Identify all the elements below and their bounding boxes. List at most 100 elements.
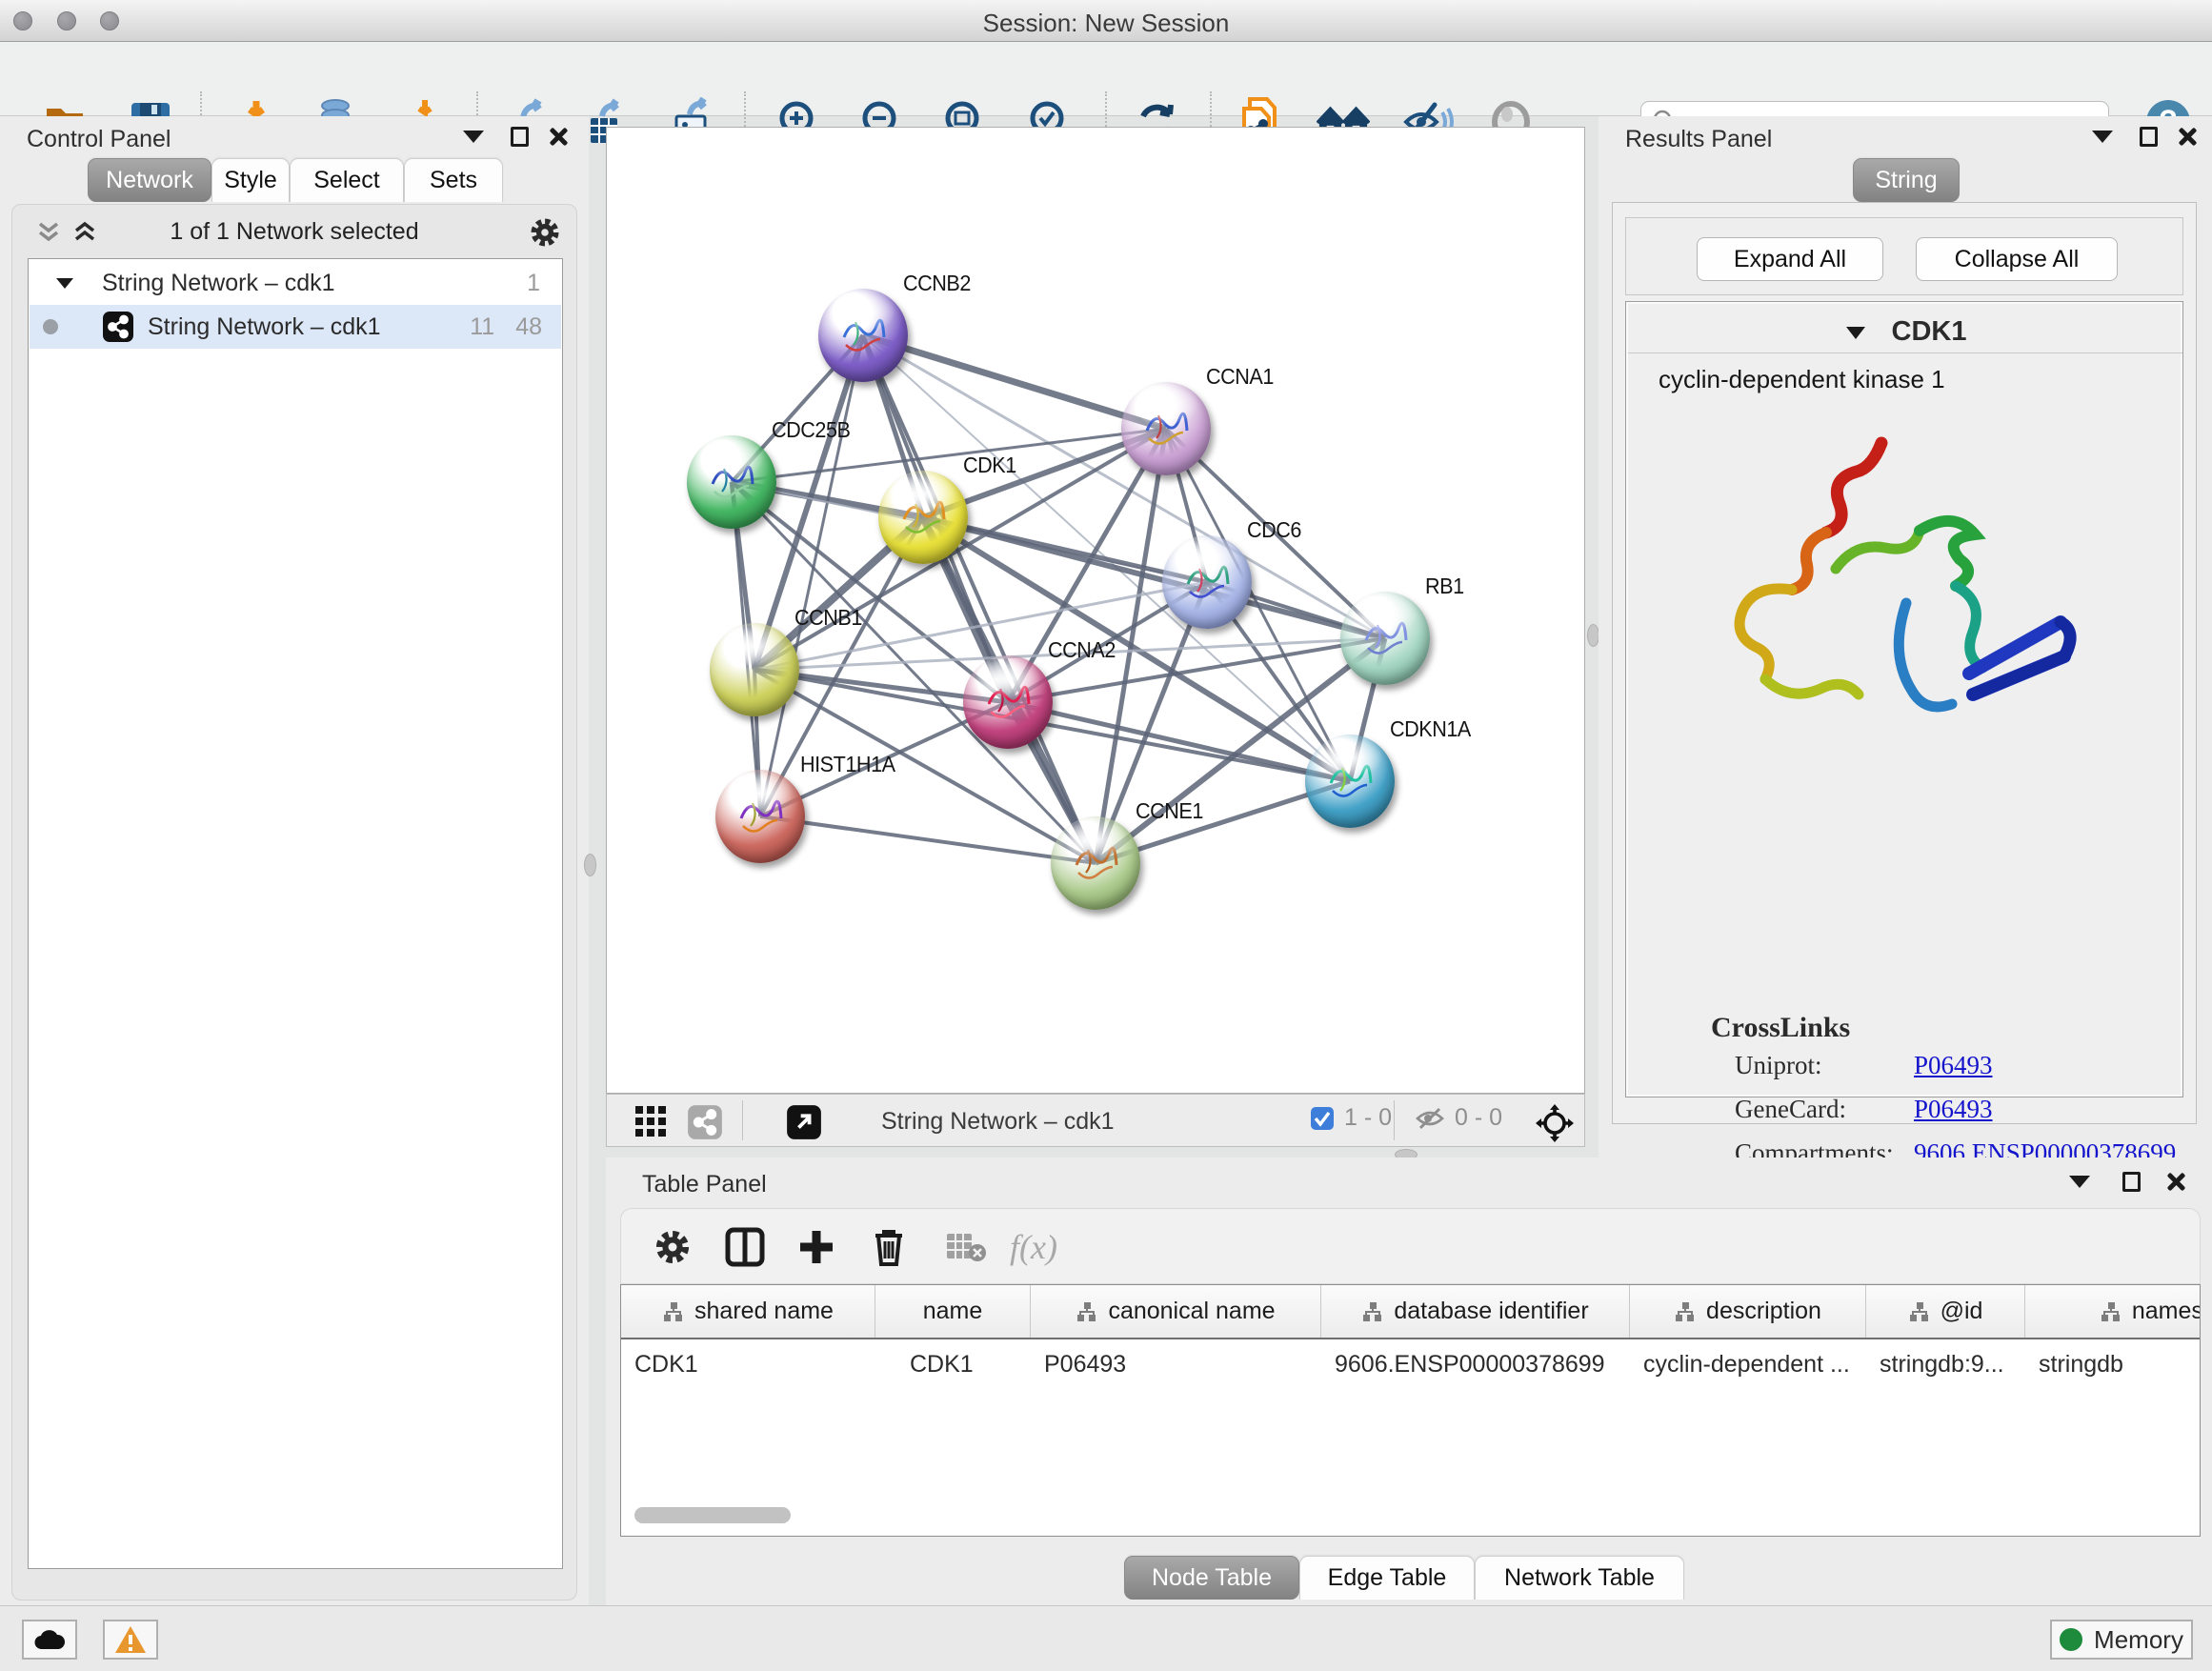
control-panel-title: Control Panel [27, 126, 171, 153]
panel-close-icon[interactable] [2159, 1167, 2191, 1196]
delete-table-icon[interactable] [941, 1222, 991, 1272]
network-share-icon [102, 311, 134, 343]
function-builder-icon[interactable]: f(x) [1010, 1222, 1057, 1272]
network-node-hist1h1a[interactable] [715, 770, 805, 863]
network-node-label: CCNA1 [1206, 364, 1274, 390]
crosslink-label: Uniprot: [1735, 1051, 1822, 1080]
network-node-ccnb2[interactable] [818, 289, 908, 382]
crosslink-link[interactable]: P06493 [1914, 1095, 1993, 1124]
warning-icon [114, 1625, 147, 1654]
panel-float-icon[interactable] [2115, 1167, 2147, 1196]
column-header[interactable]: database identifier [1321, 1285, 1630, 1338]
crosslink-label: GeneCard: [1735, 1095, 1846, 1124]
birdseye-grid-icon[interactable] [633, 1104, 668, 1138]
table-row[interactable]: CDK1CDK1P064939606.ENSP00000378699cyclin… [621, 1339, 2200, 1390]
network-tab-content: 1 of 1 Network selected String Network –… [11, 204, 577, 1601]
network-edge[interactable] [863, 335, 1166, 429]
network-list-header: 1 of 1 Network selected [12, 211, 576, 252]
left-splitter-handle[interactable] [584, 854, 596, 876]
tree-expander-icon[interactable] [54, 274, 75, 292]
tab-select[interactable]: Select [290, 158, 404, 202]
share-view-icon[interactable] [687, 1104, 723, 1140]
column-header[interactable]: shared name [621, 1285, 875, 1338]
network-node-count: 11 [470, 313, 494, 341]
gear-icon[interactable] [529, 216, 561, 249]
network-row-selected[interactable]: String Network – cdk1 11 48 [30, 305, 561, 349]
panel-dropdown-icon[interactable] [457, 122, 490, 151]
tab-style[interactable]: Style [211, 158, 290, 202]
column-header-label: namespace [2132, 1298, 2201, 1325]
network-node-ccna2[interactable] [963, 655, 1053, 749]
gene-description: cyclin-dependent kinase 1 [1659, 365, 1945, 394]
protein-structure-image [1683, 416, 2102, 797]
network-edge[interactable] [1008, 702, 1350, 781]
network-collection-row[interactable]: String Network – cdk1 1 [30, 261, 561, 305]
column-header[interactable]: @id [1866, 1285, 2025, 1338]
network-node-label: HIST1H1A [800, 752, 895, 777]
panel-dropdown-icon[interactable] [2086, 122, 2119, 151]
horizontal-scrollbar-thumb[interactable] [634, 1507, 791, 1523]
gene-card: CDK1 cyclin-dependent kinase 1 CrossLink… [1625, 301, 2183, 1097]
table-cell: 9606.ENSP00000378699 [1321, 1351, 1630, 1379]
table-toolbar: f(x) [620, 1208, 2201, 1284]
tab-string[interactable]: String [1853, 158, 1960, 202]
selected-counts: 1 - 0 [1344, 1104, 1392, 1132]
collapse-all-button[interactable]: Collapse All [1916, 237, 2118, 281]
table-header-row: shared name namecanonical namedatabase id… [621, 1285, 2200, 1339]
hidden-counts: 0 - 0 [1455, 1104, 1502, 1132]
expand-all-button[interactable]: Expand All [1697, 237, 1883, 281]
network-edge[interactable] [923, 517, 1385, 638]
delete-column-icon[interactable] [864, 1222, 914, 1272]
memory-button[interactable]: Memory [2050, 1620, 2193, 1660]
column-header[interactable]: namespace [2025, 1285, 2201, 1338]
network-node-label: CDC25B [772, 417, 850, 443]
panel-float-icon[interactable] [2132, 122, 2164, 151]
panel-dropdown-icon[interactable] [2063, 1167, 2096, 1196]
panel-close-icon[interactable] [2170, 122, 2202, 151]
cloud-button[interactable] [22, 1620, 77, 1660]
network-edges [607, 128, 1586, 1095]
tab-sets[interactable]: Sets [404, 158, 503, 202]
show-columns-icon[interactable] [720, 1222, 770, 1272]
selected-count-indicator[interactable]: 1 - 0 [1310, 1104, 1392, 1132]
network-node-rb1[interactable] [1340, 592, 1430, 685]
add-column-icon[interactable] [792, 1222, 841, 1272]
pan-crosshair-icon[interactable] [1536, 1104, 1574, 1142]
table-cell: stringdb:9... [1866, 1351, 2025, 1379]
memory-status-dot [2060, 1628, 2082, 1651]
network-node-label: CDK1 [963, 453, 1016, 478]
panel-close-icon[interactable] [541, 122, 573, 151]
network-node-cdc25b[interactable] [687, 435, 776, 529]
status-bar: Memory [0, 1605, 2212, 1671]
network-edge[interactable] [760, 816, 1096, 863]
network-node-ccnb1[interactable] [710, 623, 799, 716]
network-node-cdkn1a[interactable] [1305, 735, 1395, 828]
main-toolbar: ? [0, 42, 2212, 116]
column-header-label: description [1706, 1298, 1821, 1325]
network-node-cdk1[interactable] [878, 471, 968, 564]
column-header-label: @id [1941, 1298, 1983, 1325]
tab-node-table[interactable]: Node Table [1124, 1556, 1299, 1600]
network-canvas[interactable]: CCNB2CCNA1CDC25BCDK1CDC6RB1CCNB1CCNA2CDK… [606, 127, 1585, 1094]
panel-float-icon[interactable] [503, 122, 535, 151]
network-node-ccna1[interactable] [1121, 382, 1211, 475]
open-external-icon[interactable] [786, 1104, 822, 1140]
column-header-label: shared name [694, 1298, 834, 1325]
table-settings-gear-icon[interactable] [648, 1222, 697, 1272]
hidden-count-indicator[interactable]: 0 - 0 [1415, 1104, 1502, 1132]
column-type-icon [2100, 1300, 2122, 1323]
tab-edge-table[interactable]: Edge Table [1299, 1556, 1475, 1600]
tab-network[interactable]: Network [88, 158, 211, 202]
gene-card-header[interactable]: CDK1 [1628, 312, 2182, 353]
crosslink-link[interactable]: P06493 [1914, 1051, 1993, 1080]
column-header[interactable]: canonical name [1031, 1285, 1321, 1338]
gene-expander-icon[interactable] [1844, 323, 1867, 342]
network-node-label: CCNA2 [1048, 637, 1116, 663]
control-panel: Control Panel Network Style Select Sets … [0, 116, 589, 1605]
warning-button[interactable] [103, 1620, 158, 1660]
column-header[interactable]: name [875, 1285, 1031, 1338]
column-header[interactable]: description [1630, 1285, 1866, 1338]
network-node-cdc6[interactable] [1162, 535, 1252, 629]
network-node-ccne1[interactable] [1051, 816, 1140, 910]
tab-network-table[interactable]: Network Table [1475, 1556, 1684, 1600]
